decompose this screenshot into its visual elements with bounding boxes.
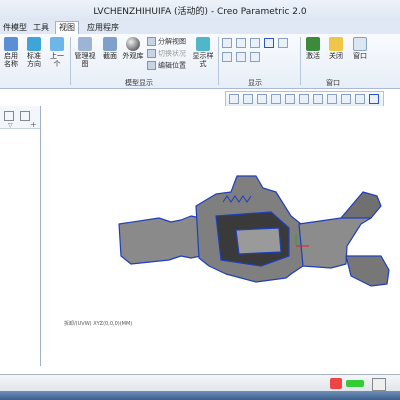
status-indicator-icon (346, 380, 364, 387)
manage-views-label: 管理视图 (74, 52, 96, 68)
spin-center-toggle-icon[interactable] (369, 94, 379, 104)
close-label: 关闭 (329, 52, 343, 60)
standard-orientation-icon (27, 37, 41, 51)
section-label: 截面 (103, 52, 117, 60)
model-tree-header: ▽ + (0, 106, 40, 129)
toggle-status-label: 切换状况 (158, 49, 186, 58)
ribbon-separator (70, 37, 71, 85)
display-style-button[interactable]: 显示样式 (191, 37, 215, 68)
ribbon: 启用名称 标准方向 上一个 管理视图 截面 外观库 分解视图 切换状况 编辑位置… (0, 34, 400, 89)
point-display-icon[interactable] (250, 38, 260, 48)
appearance-gallery-label: 外观库 (122, 52, 144, 60)
naming-label: 启用名称 (4, 52, 18, 68)
exploded-view-icon (147, 37, 156, 46)
saved-orientations-icon[interactable] (299, 94, 309, 104)
naming-icon (4, 37, 18, 51)
appearance-gallery-button[interactable]: 外观库 (122, 37, 144, 60)
standard-orientation-label: 标准方向 (27, 52, 41, 68)
close-window-button[interactable]: 关闭 (326, 37, 346, 60)
group-label-window[interactable]: 窗口 (326, 78, 340, 88)
repaint-icon[interactable] (271, 94, 281, 104)
find-icon[interactable] (372, 378, 386, 391)
appearance-gallery-icon (126, 37, 140, 51)
section-icon (103, 37, 117, 51)
spin-center-icon[interactable] (278, 38, 288, 48)
manage-views-button[interactable]: 管理视图 (72, 37, 98, 68)
inlet-fitting-part (118, 215, 202, 265)
display-style-label: 显示样式 (192, 52, 214, 68)
exploded-view-label: 分解视图 (158, 37, 186, 46)
model-tree-panel[interactable]: ▽ + (0, 106, 41, 366)
graphics-canvas[interactable]: 拆卸/(UVW) XYZ(0,0,0)(MM) (41, 106, 400, 374)
view-manager-icon[interactable] (313, 94, 323, 104)
window-label: 窗口 (353, 52, 367, 60)
title-bar: LVCHENZHIHUIFA (活动的) - Creo Parametric 2… (0, 0, 400, 20)
tab-tools[interactable]: 工具 (30, 22, 52, 34)
lever-handle-part (340, 191, 382, 219)
edit-position-icon (147, 61, 156, 70)
tab-model[interactable]: 件模型 (0, 22, 30, 34)
activate-label: 激活 (306, 52, 320, 60)
zoom-in-icon[interactable] (243, 94, 253, 104)
display-style-icon[interactable] (285, 94, 295, 104)
datum-axis-display-icon[interactable] (236, 38, 246, 48)
close-icon (329, 37, 343, 51)
note-display-icon[interactable] (236, 52, 246, 62)
add-column-icon[interactable]: + (30, 120, 37, 129)
group-label-model-display[interactable]: 模型显示 (125, 78, 153, 88)
filter-icon[interactable]: ▽ (8, 122, 13, 129)
display-style-icon (196, 37, 210, 51)
naming-button[interactable]: 启用名称 (1, 37, 21, 68)
group-label-display[interactable]: 显示 (248, 78, 262, 88)
datum-plane-display-icon[interactable] (222, 38, 232, 48)
previous-view-button[interactable]: 上一个 (47, 37, 67, 68)
toggle-status-button[interactable]: 切换状况 (147, 49, 186, 58)
section-button[interactable]: 截面 (100, 37, 120, 60)
edit-position-label: 编辑位置 (158, 61, 186, 70)
activate-button[interactable]: 激活 (303, 37, 323, 60)
window-icon (353, 37, 367, 51)
manage-views-icon (78, 37, 92, 51)
annotation-toggle-icon[interactable] (355, 94, 365, 104)
ribbon-tab-row: 件模型 工具 视图 应用程序 (0, 20, 400, 35)
nut-part (345, 255, 390, 287)
annotation-display-icon[interactable] (222, 52, 232, 62)
status-bar (0, 374, 400, 392)
display-toggle-group (222, 38, 298, 72)
refit-icon[interactable] (229, 94, 239, 104)
activate-icon (306, 37, 320, 51)
edit-position-button[interactable]: 编辑位置 (147, 61, 186, 70)
show-dropdown-icon[interactable] (20, 111, 30, 121)
tab-applications[interactable]: 应用程序 (84, 22, 122, 34)
os-taskbar (0, 391, 400, 400)
zoom-out-icon[interactable] (257, 94, 267, 104)
tag-display-icon[interactable] (250, 52, 260, 62)
tab-view[interactable]: 视图 (55, 21, 79, 35)
tree-settings-icon[interactable] (4, 111, 14, 121)
graphics-toolbar (225, 91, 384, 107)
exploded-view-button[interactable]: 分解视图 (147, 37, 186, 46)
window-button[interactable]: 窗口 (350, 37, 370, 60)
csys-display-icon[interactable] (264, 38, 274, 48)
previous-view-label: 上一个 (50, 52, 64, 68)
datum-display-filter-icon[interactable] (341, 94, 351, 104)
model-section-view[interactable] (41, 106, 400, 374)
coordinate-readout: 拆卸/(UVW) XYZ(0,0,0)(MM) (64, 321, 133, 327)
toggle-status-icon (147, 49, 156, 58)
previous-view-icon (50, 37, 64, 51)
standard-orientation-button[interactable]: 标准方向 (24, 37, 44, 68)
ribbon-separator (300, 37, 301, 85)
ribbon-separator (218, 37, 219, 85)
regenerate-icon[interactable] (330, 378, 342, 389)
window-title: LVCHENZHIHUIFA (活动的) - Creo Parametric 2… (93, 7, 307, 17)
piston-part (235, 227, 282, 255)
perspective-icon[interactable] (327, 94, 337, 104)
